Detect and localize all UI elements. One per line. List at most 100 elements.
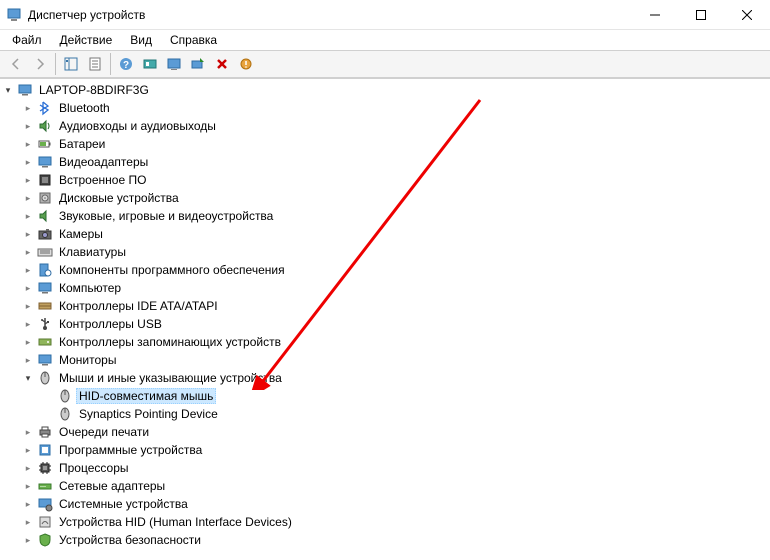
device-category[interactable]: Дисковые устройства [22,189,770,207]
expand-arrow-icon[interactable] [22,228,34,240]
device-category[interactable]: Процессоры [22,459,770,477]
expand-arrow-icon[interactable] [22,300,34,312]
expand-arrow-icon[interactable] [22,480,34,492]
device-item[interactable]: HID-совместимая мышь [42,387,770,405]
help-button[interactable]: ? [114,52,138,76]
menu-view[interactable]: Вид [122,31,160,49]
device-category[interactable]: Батареи [22,135,770,153]
system-icon [37,496,53,512]
expand-arrow-icon[interactable] [22,102,34,114]
expand-arrow-icon[interactable] [22,174,34,186]
camera-icon [37,226,53,242]
storage-icon [37,334,53,350]
expand-arrow-icon[interactable] [22,318,34,330]
device-label: Bluetooth [56,100,113,116]
device-tree-panel[interactable]: LAPTOP-8BDIRF3G Bluetooth Аудиовходы и ауд… [0,78,770,560]
device-category[interactable]: Звуковые, игровые и видеоустройства [22,207,770,225]
expand-arrow-icon[interactable] [22,426,34,438]
expand-arrow-icon[interactable] [22,246,34,258]
device-category[interactable]: Компьютер [22,279,770,297]
device-item[interactable]: Synaptics Pointing Device [42,405,770,423]
close-button[interactable] [724,0,770,30]
device-category[interactable]: Сетевые адаптеры [22,477,770,495]
expand-arrow-icon[interactable] [22,282,34,294]
show-console-tree-button[interactable] [59,52,83,76]
device-label: Устройства безопасности [56,532,204,548]
computer-name: LAPTOP-8BDIRF3G [36,82,152,98]
maximize-button[interactable] [678,0,724,30]
device-category[interactable]: Видеоадаптеры [22,153,770,171]
toolbar: ? [0,50,770,78]
printer-icon [37,424,53,440]
device-category[interactable]: Bluetooth [22,99,770,117]
expand-arrow-icon[interactable] [22,516,34,528]
device-label: Процессоры [56,460,132,476]
forward-button[interactable] [28,52,52,76]
expand-arrow-icon[interactable] [22,462,34,474]
update-driver-button[interactable] [138,52,162,76]
computer-root[interactable]: LAPTOP-8BDIRF3G [2,81,770,99]
menu-file[interactable]: Файл [4,31,50,49]
device-category[interactable]: Программные устройства [22,441,770,459]
device-category[interactable]: Устройства безопасности [22,531,770,549]
expand-arrow-icon[interactable] [22,138,34,150]
device-category[interactable]: Клавиатуры [22,243,770,261]
device-label: Очереди печати [56,424,152,440]
expand-arrow-icon[interactable] [22,534,34,546]
back-button[interactable] [4,52,28,76]
titlebar: Диспетчер устройств [0,0,770,30]
hid-icon [37,514,53,530]
device-category[interactable]: Контроллеры USB [22,315,770,333]
expand-arrow-icon[interactable] [22,210,34,222]
bluetooth-icon [37,100,53,116]
cpu-icon [37,460,53,476]
device-category[interactable]: Встроенное ПО [22,171,770,189]
device-category[interactable]: Мыши и иные указывающие устройства [22,369,770,387]
device-category[interactable]: Системные устройства [22,495,770,513]
device-category[interactable]: Аудиовходы и аудиовыходы [22,117,770,135]
mouse-icon [37,370,53,386]
device-label: Компьютер [56,280,124,296]
expand-arrow-icon[interactable] [22,192,34,204]
expand-arrow-icon[interactable] [22,336,34,348]
show-hidden-button[interactable] [162,52,186,76]
device-category[interactable]: Контроллеры запоминающих устройств [22,333,770,351]
audio-icon [37,118,53,134]
collapse-arrow-icon[interactable] [22,372,34,384]
mouse-icon [57,388,73,404]
device-label: Контроллеры запоминающих устройств [56,334,284,350]
disable-button[interactable] [234,52,258,76]
device-label: Видеоадаптеры [56,154,151,170]
expand-arrow-icon[interactable] [22,444,34,456]
software-icon [37,262,53,278]
expand-arrow-icon[interactable] [22,354,34,366]
device-label: Программные устройства [56,442,205,458]
menu-action[interactable]: Действие [52,31,121,49]
device-label: Аудиовходы и аудиовыходы [56,118,219,134]
expand-arrow-icon[interactable] [22,264,34,276]
device-category[interactable]: Контроллеры IDE ATA/ATAPI [22,297,770,315]
device-category[interactable]: Устройства HID (Human Interface Devices) [22,513,770,531]
minimize-button[interactable] [632,0,678,30]
display-icon [37,154,53,170]
uninstall-button[interactable] [210,52,234,76]
computer-icon [37,280,53,296]
device-category[interactable]: Камеры [22,225,770,243]
usb-icon [37,316,53,332]
device-category[interactable]: Очереди печати [22,423,770,441]
device-label: Камеры [56,226,106,242]
battery-icon [37,136,53,152]
device-category[interactable]: Компоненты программного обеспечения [22,261,770,279]
expand-arrow-icon[interactable] [22,120,34,132]
app-icon [6,7,22,23]
mouse-icon [57,406,73,422]
softdev-icon [37,442,53,458]
device-label: Сетевые адаптеры [56,478,168,494]
expand-arrow-icon[interactable] [22,498,34,510]
menu-help[interactable]: Справка [162,31,225,49]
device-category[interactable]: Мониторы [22,351,770,369]
expand-arrow-icon[interactable] [22,156,34,168]
collapse-arrow-icon[interactable] [2,84,14,96]
scan-hardware-button[interactable] [186,52,210,76]
properties-button[interactable] [83,52,107,76]
